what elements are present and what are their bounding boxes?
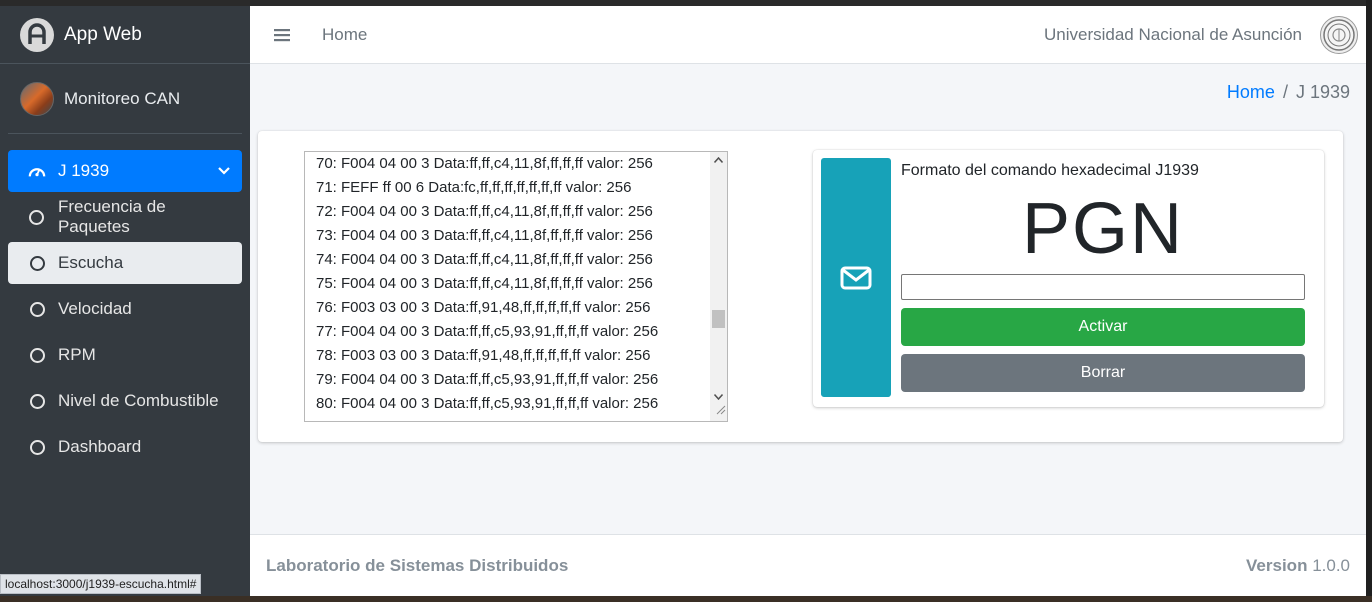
log-line: 71: FEFF ff 00 6 Data:fc,ff,ff,ff,ff,ff,… <box>316 179 632 196</box>
resize-handle-icon[interactable] <box>715 402 726 420</box>
log-line: 79: F004 04 00 3 Data:ff,ff,c5,93,91,ff,… <box>316 371 659 388</box>
log-line: 78: F003 03 00 3 Data:ff,91,48,ff,ff,ff,… <box>316 347 651 364</box>
command-info-box: Formato del comando hexadecimal J1939 PG… <box>813 150 1324 407</box>
user-name: Monitoreo CAN <box>64 88 181 108</box>
scroll-up-icon[interactable] <box>710 152 727 168</box>
sidebar-item-frecuencia[interactable]: Frecuencia de Paquetes <box>8 196 242 238</box>
sidebar-item-label: RPM <box>58 345 96 364</box>
circle-icon <box>28 254 46 272</box>
sidebar-item-escucha[interactable]: Escucha <box>8 242 242 284</box>
sidebar-item-label: Dashboard <box>58 437 142 456</box>
version-label: Version <box>1246 555 1308 575</box>
footer-version: Version 1.0.0 <box>1246 556 1350 576</box>
breadcrumb-home-link[interactable]: Home <box>1227 82 1275 102</box>
sidebar-item-label: Escucha <box>58 253 124 272</box>
chevron-down-icon[interactable] <box>218 167 230 175</box>
log-line: 75: F004 04 00 3 Data:ff,ff,c4,11,8f,ff,… <box>316 275 653 292</box>
brand-link[interactable]: App Web <box>0 6 250 64</box>
log-line: 72: F004 04 00 3 Data:ff,ff,c4,11,8f,ff,… <box>316 203 653 220</box>
log-line: 77: F004 04 00 3 Data:ff,ff,c5,93,91,ff,… <box>316 323 659 340</box>
top-navbar: Home Universidad Nacional de Asunción <box>250 6 1366 64</box>
circle-icon <box>28 300 46 318</box>
circle-icon <box>28 392 46 410</box>
log-line: 81: F004 04 00 3 Data:ff,ff,c5,93,91,ff,… <box>316 416 658 421</box>
taskbar <box>0 596 1372 602</box>
info-box-title: Formato del comando hexadecimal J1939 <box>901 162 1199 179</box>
breadcrumb-separator: / <box>1282 82 1288 102</box>
footer-lab-name: Laboratorio de Sistemas Distribuidos <box>266 555 569 575</box>
envelope-icon <box>821 158 891 397</box>
log-line: 76: F003 03 00 3 Data:ff,91,48,ff,ff,ff,… <box>316 299 651 316</box>
hex-command-input[interactable] <box>901 274 1305 300</box>
avatar <box>20 81 54 116</box>
sidebar-item-label: Frecuencia de Paquetes <box>57 197 166 236</box>
scroll-thumb[interactable] <box>712 310 725 328</box>
sidebar: App Web Monitoreo CAN J 1939 Frecuencia … <box>0 6 250 602</box>
main-content: Home Universidad Nacional de Asunción Ho… <box>250 6 1366 596</box>
window-right-edge <box>1366 0 1372 602</box>
sidebar-item-label: Velocidad <box>58 299 132 318</box>
navbar-home-link[interactable]: Home <box>322 25 367 45</box>
sidebar-item-j1939[interactable]: J 1939 <box>8 150 242 192</box>
log-scrollbar[interactable] <box>710 152 727 421</box>
brand-title: App Web <box>64 23 142 45</box>
breadcrumb-current: J 1939 <box>1295 82 1350 102</box>
hamburger-menu-icon[interactable] <box>274 28 290 42</box>
footer: Laboratorio de Sistemas Distribuidos Ver… <box>250 534 1366 596</box>
tachometer-icon <box>28 162 46 180</box>
circle-icon <box>28 438 46 456</box>
sidebar-item-dashboard[interactable]: Dashboard <box>8 426 242 468</box>
university-seal-icon <box>1320 15 1358 54</box>
breadcrumb: Home / J 1939 <box>1227 82 1350 103</box>
log-line: 80: F004 04 00 3 Data:ff,ff,c5,93,91,ff,… <box>316 395 659 412</box>
can-log-textarea[interactable]: 70: F004 04 00 3 Data:ff,ff,c4,11,8f,ff,… <box>304 151 728 422</box>
circle-icon <box>28 208 46 226</box>
log-lines: 70: F004 04 00 3 Data:ff,ff,c4,11,8f,ff,… <box>316 152 659 421</box>
sidebar-item-label: Nivel de Combustible <box>58 391 219 410</box>
log-line: 74: F004 04 00 3 Data:ff,ff,c4,11,8f,ff,… <box>316 251 653 268</box>
pgn-label: PGN <box>1021 189 1185 269</box>
log-line: 73: F004 04 00 3 Data:ff,ff,c4,11,8f,ff,… <box>316 227 653 244</box>
activate-button[interactable]: Activar <box>901 308 1305 346</box>
circle-icon <box>28 346 46 364</box>
app-logo-icon <box>20 17 54 52</box>
log-line: 70: F004 04 00 3 Data:ff,ff,c4,11,8f,ff,… <box>316 155 653 172</box>
status-bar-url: localhost:3000/j1939-escucha.html# <box>0 574 202 594</box>
sidebar-item-velocidad[interactable]: Velocidad <box>8 288 242 330</box>
sidebar-item-rpm[interactable]: RPM <box>8 334 242 376</box>
user-panel[interactable]: Monitoreo CAN <box>8 64 242 134</box>
j1939-card: 70: F004 04 00 3 Data:ff,ff,c4,11,8f,ff,… <box>258 131 1343 442</box>
sidebar-item-label: J 1939 <box>58 161 110 180</box>
clear-button[interactable]: Borrar <box>901 354 1305 392</box>
sidebar-nav: J 1939 Frecuencia de Paquetes Escucha Ve… <box>0 134 250 468</box>
university-name: Universidad Nacional de Asunción <box>1044 24 1302 44</box>
sidebar-item-combustible[interactable]: Nivel de Combustible <box>8 380 242 422</box>
version-number: 1.0.0 <box>1312 555 1350 575</box>
